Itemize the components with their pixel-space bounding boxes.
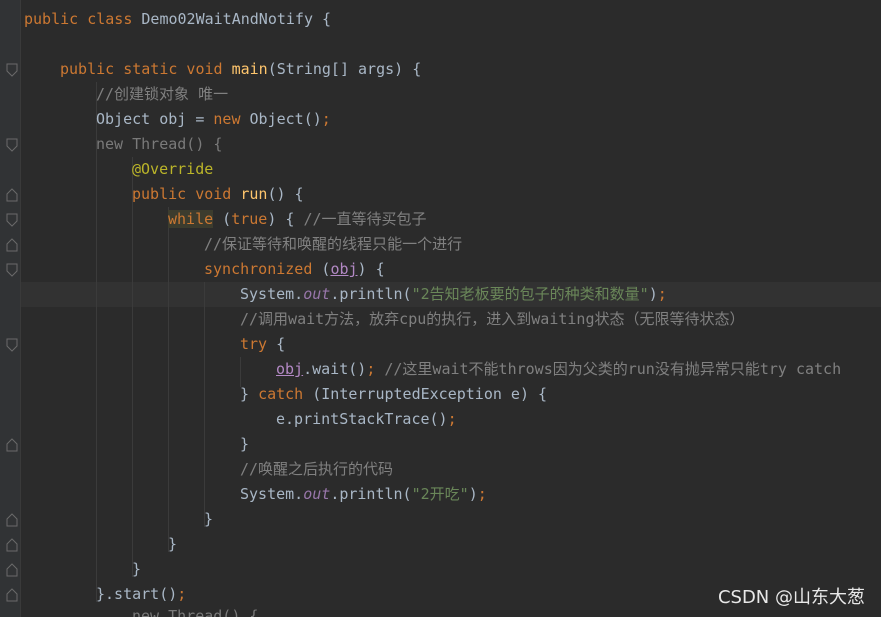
code-text: ) [648, 285, 658, 303]
code-text: { [267, 335, 286, 353]
code-editor[interactable]: public class Demo02WaitAndNotify { publi… [0, 0, 881, 617]
semicolon: ; [447, 410, 457, 428]
fold-marker-icon[interactable] [6, 538, 18, 552]
keyword: public void [132, 185, 232, 203]
keyword: catch [258, 385, 304, 403]
indent-guide [132, 157, 133, 577]
code-line[interactable]: } [168, 532, 177, 557]
code-text: .wait() [303, 360, 367, 378]
code-text: e.printStackTrace() [276, 410, 448, 428]
class-name: Demo02WaitAndNotify { [132, 10, 332, 28]
code-text: (String[] args) { [267, 60, 422, 78]
code-line[interactable]: try { [240, 332, 285, 357]
code-text: ) [468, 485, 478, 503]
code-comment[interactable]: //创建锁对象 唯一 [96, 82, 228, 107]
static-field: out [303, 285, 331, 303]
code-text: Object() [240, 110, 322, 128]
keyword: true [231, 210, 268, 228]
code-text: (InterruptedException e) { [303, 385, 548, 403]
keyword: public class [24, 10, 133, 28]
code-line[interactable]: System.out.println("2告知老板要的包子的种类和数量"); [240, 282, 667, 307]
editor-gutter [0, 0, 21, 617]
code-line[interactable]: while (true) { //一直等待买包子 [168, 207, 427, 232]
static-field: out [303, 485, 331, 503]
code-text: }.start() [96, 585, 178, 603]
keyword: new [213, 110, 241, 128]
string-literal: "2告知老板要的包子的种类和数量" [411, 285, 649, 303]
code-text: () { [267, 185, 304, 203]
fold-marker-icon[interactable] [6, 438, 18, 452]
fold-marker-icon[interactable] [6, 263, 18, 277]
indent-guide [96, 82, 97, 602]
fold-marker-icon[interactable] [6, 138, 18, 152]
keyword-highlighted: while [168, 210, 214, 228]
semicolon: ; [321, 110, 331, 128]
semicolon: ; [477, 485, 487, 503]
code-text: ) { [357, 260, 385, 278]
code-line[interactable]: } [132, 557, 141, 582]
code-text: .println( [330, 285, 412, 303]
watermark: CSDN @山东大葱 [717, 587, 865, 608]
code-line[interactable]: Object obj = new Object(); [96, 107, 331, 132]
code-line[interactable]: public void run() { [132, 182, 304, 207]
keyword: new [96, 135, 124, 153]
code-line-partial[interactable]: new Thread() { [132, 604, 258, 617]
code-text: System. [240, 285, 304, 303]
fold-marker-icon[interactable] [6, 63, 18, 77]
code-comment[interactable]: //唤醒之后执行的代码 [240, 457, 393, 482]
code-line[interactable]: public static void main(String[] args) { [60, 57, 421, 82]
method-name: main [231, 60, 268, 78]
code-line[interactable]: e.printStackTrace(); [276, 407, 457, 432]
code-text: Object obj = [96, 110, 214, 128]
code-text: .println( [330, 485, 412, 503]
indent-guide [168, 207, 169, 552]
code-comment: //这里wait不能throws因为父类的run没有抛异常只能try catch [375, 360, 842, 378]
variable-ref: obj [330, 260, 358, 278]
code-line[interactable]: new Thread() { [96, 132, 222, 157]
keyword: synchronized [204, 260, 313, 278]
annotation[interactable]: @Override [132, 157, 213, 182]
code-comment: //一直等待买包子 [303, 210, 427, 228]
fold-marker-icon[interactable] [6, 513, 18, 527]
semicolon: ; [657, 285, 667, 303]
method-name: run [240, 185, 268, 203]
semicolon: ; [366, 360, 376, 378]
code-line[interactable]: } [204, 507, 213, 532]
variable-ref: obj [276, 360, 304, 378]
code-text: System. [240, 485, 304, 503]
code-text: ( [213, 210, 232, 228]
code-comment[interactable]: //调用wait方法，放弃cpu的执行，进入到waiting状态（无限等待状态） [240, 307, 745, 332]
fold-marker-icon[interactable] [6, 563, 18, 577]
fold-marker-icon[interactable] [6, 188, 18, 202]
fold-marker-icon[interactable] [6, 238, 18, 252]
code-comment[interactable]: //保证等待和唤醒的线程只能一个进行 [204, 232, 462, 257]
code-line[interactable]: System.out.println("2开吃"); [240, 482, 487, 507]
fold-marker-icon[interactable] [6, 588, 18, 602]
keyword: try [240, 335, 268, 353]
semicolon: ; [177, 585, 187, 603]
keyword: public static void [60, 60, 223, 78]
code-text: ) { [267, 210, 304, 228]
code-line[interactable]: } [240, 432, 249, 457]
code-text: ( [312, 260, 331, 278]
fold-marker-icon[interactable] [6, 213, 18, 227]
indent-guide [204, 282, 205, 527]
string-literal: "2开吃" [411, 485, 469, 503]
code-line[interactable]: } catch (InterruptedException e) { [240, 382, 547, 407]
fold-marker-icon[interactable] [6, 338, 18, 352]
code-line[interactable]: synchronized (obj) { [204, 257, 385, 282]
code-line[interactable]: obj.wait(); //这里wait不能throws因为父类的run没有抛异… [276, 357, 841, 382]
code-text: Thread() { [123, 135, 223, 153]
code-text: } [240, 385, 259, 403]
code-line[interactable]: public class Demo02WaitAndNotify { [24, 7, 331, 32]
